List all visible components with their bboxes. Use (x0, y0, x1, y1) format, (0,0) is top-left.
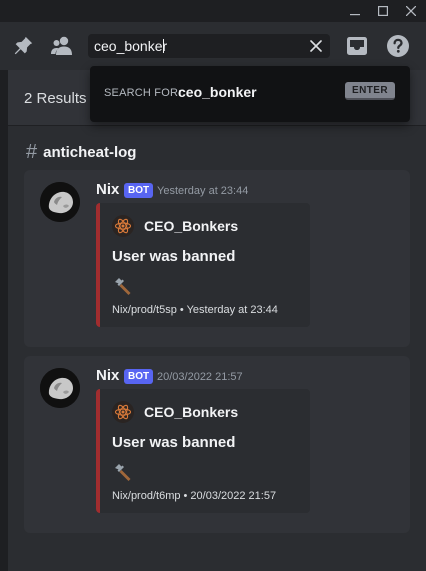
bot-tag: BOT (124, 369, 154, 384)
channel-heading[interactable]: # anticheat-log (26, 141, 136, 163)
embed-title: User was banned (112, 434, 236, 451)
hammer-icon (112, 462, 132, 482)
moon-avatar-icon (40, 368, 80, 408)
clear-search-icon[interactable] (308, 38, 324, 54)
bot-tag: BOT (124, 183, 154, 198)
moon-avatar-icon (40, 182, 80, 222)
results-count: 2 Results (24, 90, 87, 107)
inbox-icon[interactable] (344, 34, 370, 58)
pin-icon[interactable] (10, 34, 36, 58)
channel-name[interactable]: anticheat-log (43, 144, 136, 161)
close-window-icon[interactable] (396, 0, 426, 22)
message-timestamp: Yesterday at 23:44 (157, 185, 249, 197)
search-input[interactable] (94, 37, 299, 55)
message-embed: CEO_Bonkers User was banned Nix/prod/t5s… (96, 203, 310, 327)
message-author[interactable]: Nix (96, 181, 119, 198)
message-author[interactable]: Nix (96, 367, 119, 384)
search-for-value[interactable]: ceo_bonker (178, 84, 257, 100)
search-for-label: SEARCH FOR: (104, 87, 182, 99)
atom-icon (112, 401, 134, 423)
text-caret (163, 39, 164, 53)
member-list-icon[interactable] (48, 34, 76, 58)
atom-icon (112, 215, 134, 237)
embed-footer: Nix/prod/t6mp • 20/03/2022 21:57 (112, 490, 277, 502)
hammer-icon (112, 276, 132, 296)
search-autocomplete[interactable]: SEARCH FOR: ceo_bonker ENTER (90, 66, 410, 122)
embed-footer: Nix/prod/t5sp • Yesterday at 23:44 (112, 304, 278, 316)
avatar[interactable] (40, 182, 80, 222)
maximize-icon[interactable] (368, 0, 398, 22)
enter-key-hint: ENTER (345, 82, 395, 100)
message-timestamp: 20/03/2022 21:57 (157, 371, 243, 383)
avatar[interactable] (40, 368, 80, 408)
message-embed: CEO_Bonkers User was banned Nix/prod/t6m… (96, 389, 310, 513)
embed-title: User was banned (112, 248, 236, 265)
search-result[interactable]: Nix BOT 20/03/2022 21:57 CEO_Bonkers Use… (24, 356, 410, 533)
embed-author: CEO_Bonkers (144, 404, 239, 420)
embed-author: CEO_Bonkers (144, 218, 239, 234)
search-result[interactable]: Nix BOT Yesterday at 23:44 CEO_Bonkers U… (24, 170, 410, 347)
channel-toolbar (0, 22, 426, 70)
window-titlebar (0, 0, 426, 22)
channel-hash-icon: # (26, 141, 38, 163)
help-icon[interactable] (385, 33, 411, 59)
minimize-icon[interactable] (340, 0, 370, 22)
search-box[interactable] (88, 34, 330, 58)
